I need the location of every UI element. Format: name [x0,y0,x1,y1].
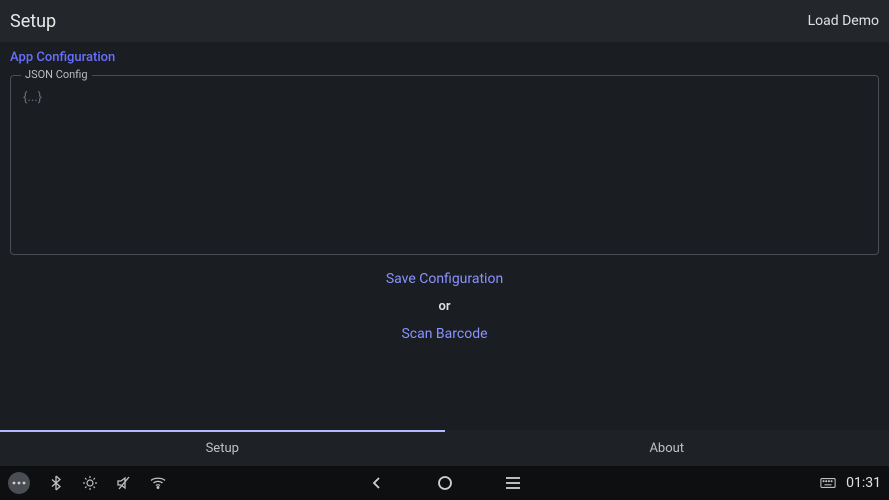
tab-setup-label: Setup [206,441,239,456]
mute-icon[interactable] [116,475,132,491]
json-config-field: JSON Config [10,75,879,255]
clock: 01:31 [846,475,881,491]
app-header: Setup Load Demo [0,0,889,42]
or-separator: or [438,299,450,314]
main-content: App Configuration JSON Config Save Confi… [0,42,889,430]
json-config-input[interactable] [11,76,878,254]
brightness-icon[interactable] [82,475,98,491]
status-icons-left [8,472,166,494]
tab-setup[interactable]: Setup [0,430,445,466]
home-button[interactable] [435,473,455,493]
load-demo-button[interactable]: Load Demo [808,13,879,29]
wifi-icon[interactable] [150,475,166,491]
save-configuration-button[interactable]: Save Configuration [386,271,503,287]
scan-barcode-button[interactable]: Scan Barcode [401,326,487,342]
section-title: App Configuration [10,50,879,65]
tab-about-label: About [649,441,684,456]
bottom-tabs: Setup About [0,430,889,466]
android-nav-buttons [367,473,523,493]
recents-button[interactable] [503,473,523,493]
bluetooth-icon[interactable] [48,475,64,491]
tab-about[interactable]: About [445,430,889,466]
back-button[interactable] [367,473,387,493]
json-config-label: JSON Config [21,68,92,81]
status-icons-right: 01:31 [820,475,881,491]
page-title: Setup [10,11,56,32]
system-navbar: 01:31 [0,466,889,500]
more-icon[interactable] [8,472,30,494]
keyboard-icon[interactable] [820,475,836,491]
actions-group: Save Configuration or Scan Barcode [10,271,879,342]
